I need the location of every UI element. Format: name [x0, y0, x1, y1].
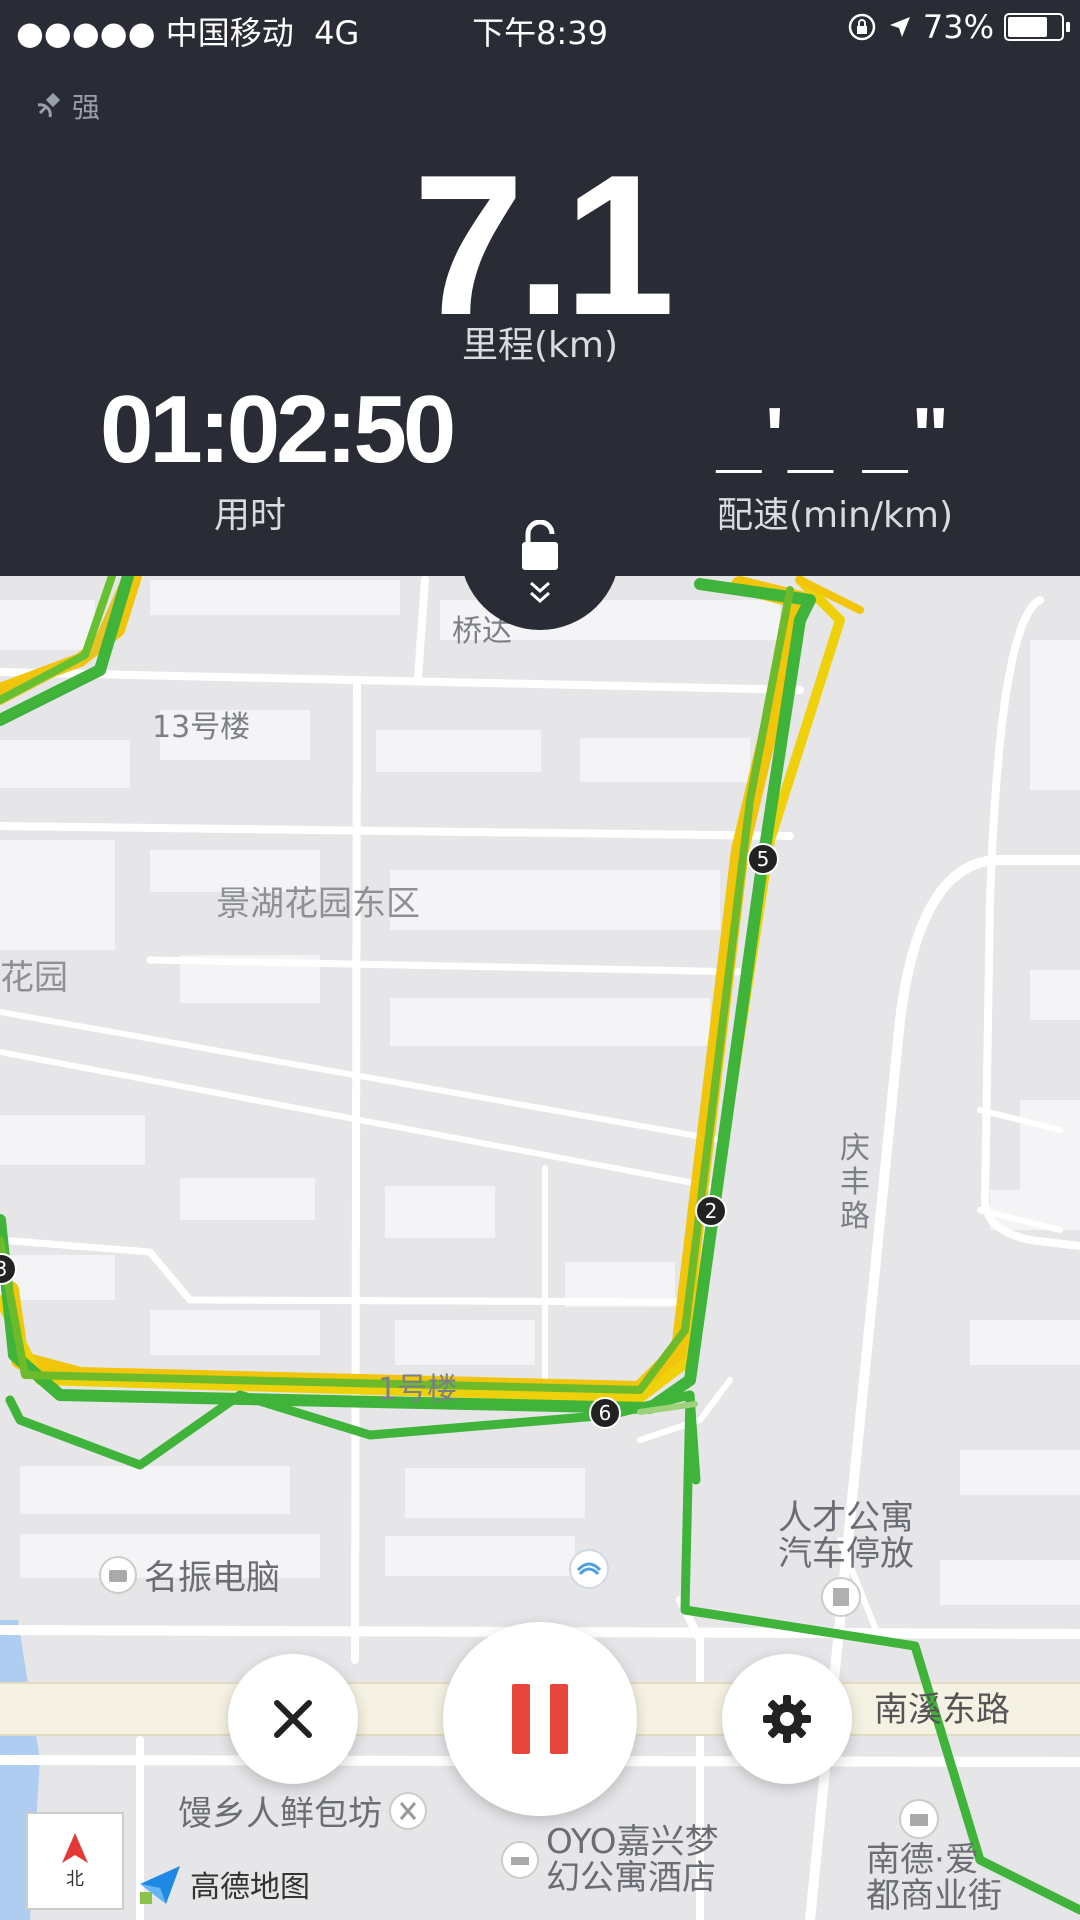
area-label-east: 景湖花园东区 [216, 884, 420, 924]
battery-percent: 73% [922, 8, 994, 46]
gps-signal-indicator: 强 [34, 86, 100, 126]
poi-hotel-line2: 幻公寓酒店 [546, 1858, 716, 1898]
amap-logo-icon [140, 1866, 180, 1904]
battery-icon [1004, 13, 1070, 41]
end-workout-button[interactable] [228, 1654, 358, 1784]
compass-button[interactable]: 北 [26, 1812, 124, 1910]
km-marker-2: 2 [695, 1195, 727, 1227]
map-brand-label: 高德地图 [190, 1870, 310, 1905]
lock-icon [522, 520, 558, 570]
pace-label: 配速(min/km) [716, 495, 954, 536]
poi-apartment-parking-line1: 人才公寓 [778, 1498, 914, 1538]
compass-label: 北 [66, 1869, 84, 1890]
settings-button[interactable] [722, 1654, 852, 1784]
duration-value: 01:02:50 [100, 376, 456, 483]
location-arrow-icon [889, 17, 910, 37]
road-label-nanxi: 南溪东路 [874, 1690, 1010, 1730]
rotation-lock-icon [848, 13, 876, 41]
mall-icon [899, 1799, 939, 1839]
poi-mall-line1: 南德·爱 [866, 1840, 979, 1880]
building-label-13: 13号楼 [152, 710, 251, 745]
close-icon [274, 1700, 312, 1738]
poi-computer-shop-label: 名振电脑 [144, 1558, 280, 1598]
north-arrow-icon [62, 1833, 88, 1863]
road-label-qingfeng: 庆丰路 [840, 1131, 870, 1234]
svg-text:2: 2 [705, 1199, 718, 1223]
poi-bakery[interactable]: 馒乡人鲜包坊 [178, 1786, 428, 1835]
building-icon [821, 1577, 861, 1617]
poi-hotel[interactable]: OYO嘉兴梦 幻公寓酒店 [500, 1824, 719, 1896]
chevron-double-down-icon [530, 581, 550, 604]
poi-computer-shop[interactable]: 名振电脑 [98, 1550, 280, 1599]
km-marker-5: 5 [747, 843, 779, 875]
hotel-icon [501, 1841, 539, 1879]
poi-apartment-parking-line2: 汽车停放 [778, 1534, 914, 1574]
svg-text:3: 3 [0, 1257, 7, 1281]
map-brand: 高德地图 [136, 1860, 310, 1908]
pause-icon [512, 1684, 568, 1754]
status-right: 73% [847, 8, 1070, 46]
status-bar: ●●●●● 中国移动 4G 下午8:39 73% [0, 0, 1080, 56]
area-label-west: 花园 [0, 958, 68, 998]
pause-button[interactable] [443, 1622, 637, 1816]
poi-bakery-label: 馒乡人鲜包坊 [178, 1794, 382, 1834]
lock-screen-button[interactable] [460, 470, 620, 630]
pace-value: _'_ _" [716, 391, 954, 480]
mobile-carrier-icon [569, 1549, 609, 1589]
poi-apartment-parking[interactable]: 人才公寓 汽车停放 [778, 1500, 914, 1572]
km-marker-6: 6 [589, 1397, 621, 1429]
satellite-signal-icon [37, 92, 61, 118]
poi-mall-line2: 都商业街 [866, 1876, 1002, 1916]
duration-label: 用时 [213, 495, 286, 536]
distance-label: 里程(km) [461, 325, 618, 366]
gear-icon [763, 1695, 811, 1743]
poi-mall[interactable]: 南德·爱 都商业街 [866, 1842, 1002, 1914]
km-marker-3: 3 [0, 1253, 17, 1285]
poi-hotel-line1: OYO嘉兴梦 [546, 1822, 719, 1862]
gps-strength: 强 [72, 91, 101, 124]
restaurant-icon [389, 1791, 427, 1830]
building-label-1: 1号楼 [378, 1372, 458, 1407]
svg-text:5: 5 [757, 847, 770, 871]
shop-icon [99, 1555, 137, 1594]
svg-text:6: 6 [599, 1401, 612, 1425]
